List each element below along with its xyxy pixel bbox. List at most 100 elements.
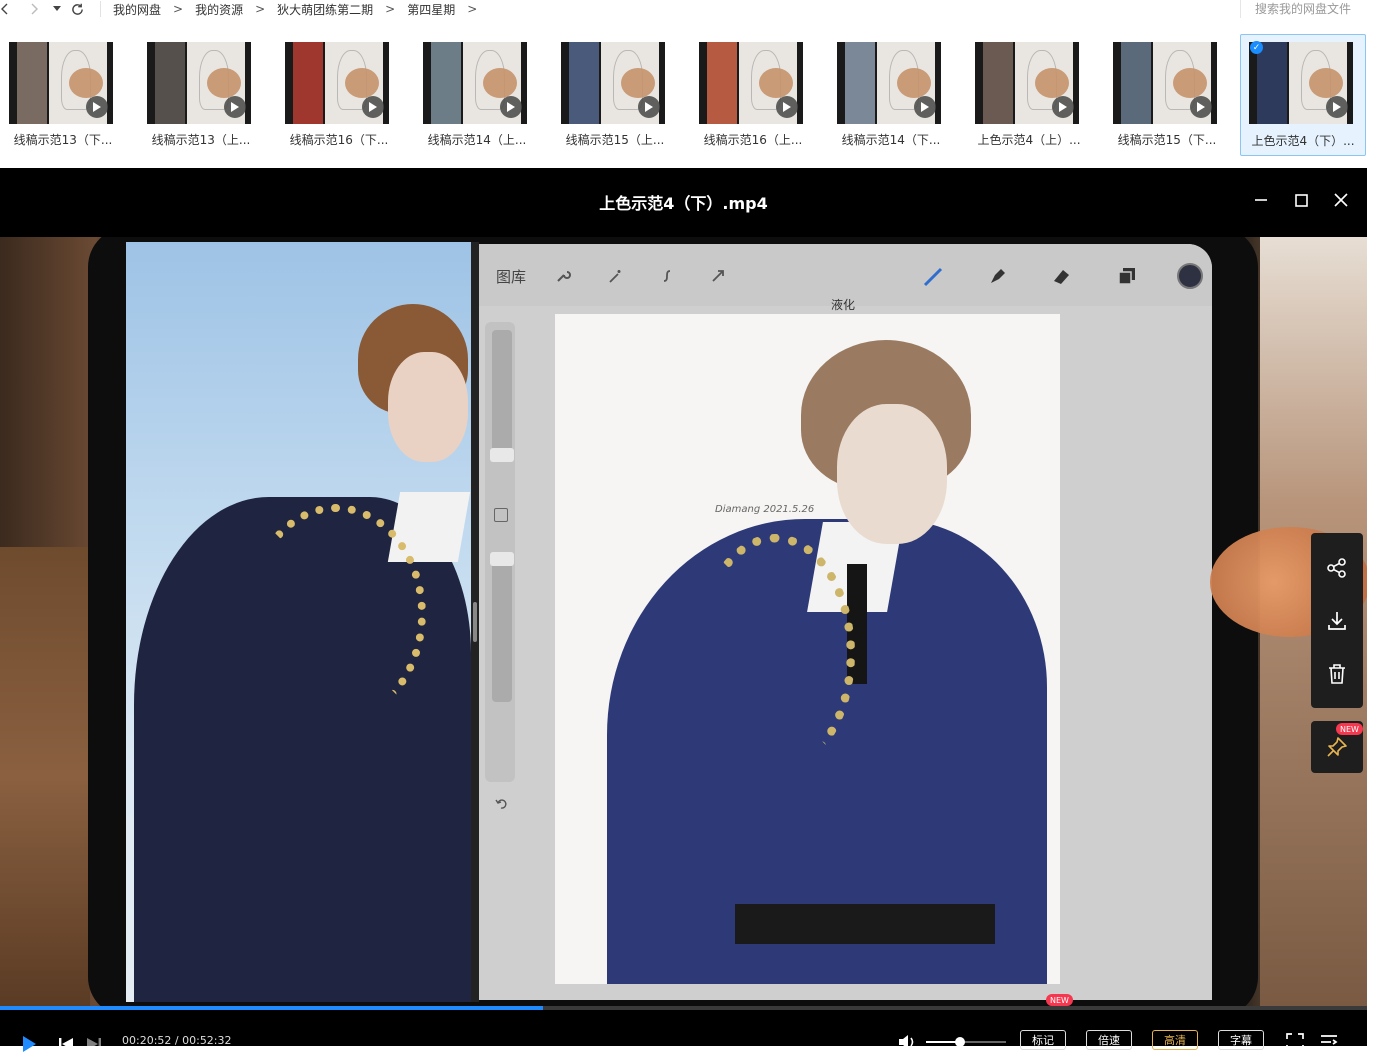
modify-square-icon bbox=[494, 508, 508, 522]
video-player: 上色示范4（下）.mp4 图库 液化 Diamang 2021.5.26 NEW… bbox=[0, 168, 1367, 1052]
subtitle-button[interactable]: 字幕 bbox=[1218, 1030, 1264, 1050]
total-time: 00:52:32 bbox=[182, 1034, 232, 1047]
video-thumbnail[interactable]: 线稿示范15（上... bbox=[552, 34, 678, 156]
video-thumbnail[interactable]: 线稿示范14（上... bbox=[414, 34, 540, 156]
quality-button[interactable]: 高清 bbox=[1152, 1030, 1198, 1050]
play-icon bbox=[776, 96, 798, 118]
thumbnail-label: 上色示范4（下）... bbox=[1251, 134, 1355, 148]
play-icon bbox=[224, 96, 246, 118]
app-gallery-label: 图库 bbox=[496, 268, 527, 286]
minimize-icon[interactable] bbox=[1247, 186, 1275, 214]
play-icon bbox=[914, 96, 936, 118]
smudge-icon bbox=[986, 264, 1010, 288]
pin-icon bbox=[1327, 737, 1347, 757]
nav-divider bbox=[100, 1, 101, 17]
play-icon bbox=[86, 96, 108, 118]
play-icon bbox=[1190, 96, 1212, 118]
top-navigation-bar: 我的网盘 > 我的资源 > 狄大萌团练第二期 > 第四星期 > bbox=[0, 0, 1381, 18]
thumbnail-image bbox=[837, 42, 941, 124]
thumbnail-image bbox=[285, 42, 389, 124]
wrench-icon bbox=[551, 264, 575, 288]
thumbnail-label: 线稿示范13（上... bbox=[151, 133, 251, 147]
drawing-app-screen: 图库 液化 Diamang 2021.5.26 bbox=[479, 244, 1212, 1000]
previous-track-icon[interactable] bbox=[56, 1034, 76, 1054]
breadcrumb-item[interactable]: 狄大萌团练第二期 bbox=[277, 1, 373, 18]
layers-icon bbox=[1115, 264, 1139, 288]
breadcrumb-item-current[interactable]: 第四星期 bbox=[407, 1, 455, 18]
next-track-icon[interactable] bbox=[84, 1034, 104, 1054]
breadcrumb-separator: > bbox=[255, 2, 266, 16]
mark-new-badge: NEW bbox=[1046, 994, 1073, 1006]
thumbnail-image bbox=[1249, 42, 1353, 124]
speed-button[interactable]: 倍速 bbox=[1086, 1030, 1132, 1050]
time-separator: / bbox=[171, 1034, 183, 1047]
video-thumbnail[interactable]: 上色示范4（下）... ✓ bbox=[1240, 34, 1366, 156]
color-swatch bbox=[1177, 263, 1203, 289]
refresh-icon[interactable] bbox=[70, 0, 84, 18]
back-icon[interactable] bbox=[0, 0, 10, 18]
thumbnail-label: 线稿示范16（下... bbox=[289, 133, 389, 147]
video-title: 上色示范4（下）.mp4 bbox=[599, 194, 768, 213]
thumbnail-image bbox=[1113, 42, 1217, 124]
app-liquify-label: 液化 bbox=[831, 298, 856, 312]
breadcrumb-expand-arrow[interactable]: > bbox=[467, 2, 477, 16]
mark-button[interactable]: 标记 bbox=[1020, 1030, 1066, 1050]
thumbnail-image bbox=[147, 42, 251, 124]
magic-wand-icon bbox=[603, 264, 627, 288]
video-thumbnail[interactable]: 线稿示范13（上... bbox=[138, 34, 264, 156]
video-thumbnail[interactable]: 线稿示范16（下... bbox=[276, 34, 402, 156]
play-icon bbox=[362, 96, 384, 118]
breadcrumb-item[interactable]: 我的资源 bbox=[195, 1, 243, 18]
thumbnail-label: 线稿示范14（上... bbox=[427, 133, 527, 147]
playback-time: 00:20:52 / 00:52:32 bbox=[122, 1034, 232, 1047]
play-icon bbox=[500, 96, 522, 118]
play-icon[interactable] bbox=[19, 1034, 39, 1054]
video-thumbnail[interactable]: 线稿示范14（下... bbox=[828, 34, 954, 156]
search-box[interactable] bbox=[1240, 0, 1381, 18]
artwork-signature: Diamang 2021.5.26 bbox=[715, 504, 815, 515]
thumbnail-image bbox=[423, 42, 527, 124]
new-badge: NEW bbox=[1336, 723, 1363, 735]
maximize-icon[interactable] bbox=[1287, 186, 1315, 214]
split-view-divider bbox=[471, 242, 479, 1002]
breadcrumb-separator: > bbox=[385, 2, 396, 16]
thumbnail-label: 上色示范4（上）... bbox=[977, 133, 1081, 147]
undo-icon bbox=[495, 798, 507, 814]
thumbnail-image bbox=[561, 42, 665, 124]
close-icon[interactable] bbox=[1327, 186, 1355, 214]
delete-icon[interactable] bbox=[1322, 659, 1352, 689]
share-icon[interactable] bbox=[1322, 553, 1352, 583]
video-thumbnail[interactable]: 线稿示范15（下... bbox=[1104, 34, 1230, 156]
breadcrumb-item[interactable]: 我的网盘 bbox=[113, 1, 161, 18]
video-thumbnail-strip: 线稿示范13（下... 线稿示范13（上... 线稿示范16（下... 线稿示范14（… bbox=[0, 34, 1381, 158]
search-input[interactable] bbox=[1255, 2, 1375, 16]
volume-slider[interactable] bbox=[926, 1037, 1006, 1047]
reference-photo bbox=[126, 242, 471, 1002]
thumbnail-label: 线稿示范13（下... bbox=[13, 133, 113, 147]
thumbnail-label: 线稿示范14（下... bbox=[841, 133, 941, 147]
thumbnail-image bbox=[975, 42, 1079, 124]
video-frame[interactable]: 图库 液化 Diamang 2021.5.26 bbox=[0, 237, 1367, 1006]
video-thumbnail[interactable]: 线稿示范13（下... bbox=[0, 34, 126, 156]
eraser-icon bbox=[1050, 264, 1074, 288]
forward-icon[interactable] bbox=[28, 0, 40, 18]
drawing-app-sidebar bbox=[485, 322, 515, 809]
volume-icon[interactable] bbox=[897, 1032, 919, 1052]
play-icon bbox=[638, 96, 660, 118]
brush-icon bbox=[922, 264, 946, 288]
side-action-panel bbox=[1311, 533, 1363, 708]
play-icon bbox=[1052, 96, 1074, 118]
selection-icon bbox=[655, 264, 679, 288]
history-dropdown-icon[interactable] bbox=[52, 0, 62, 18]
breadcrumb-separator: > bbox=[173, 2, 184, 16]
selected-check-icon[interactable]: ✓ bbox=[1250, 41, 1263, 54]
video-thumbnail[interactable]: 线稿示范16（上... bbox=[690, 34, 816, 156]
thumbnail-label: 线稿示范15（下... bbox=[1117, 133, 1217, 147]
download-icon[interactable] bbox=[1322, 606, 1352, 636]
video-thumbnail[interactable]: 上色示范4（上）... bbox=[966, 34, 1092, 156]
fullscreen-icon[interactable] bbox=[1284, 1032, 1306, 1052]
current-time: 00:20:52 bbox=[122, 1034, 172, 1047]
thumbnail-label: 线稿示范16（上... bbox=[703, 133, 803, 147]
playlist-icon[interactable] bbox=[1318, 1032, 1340, 1052]
video-background-desk bbox=[0, 547, 90, 1006]
